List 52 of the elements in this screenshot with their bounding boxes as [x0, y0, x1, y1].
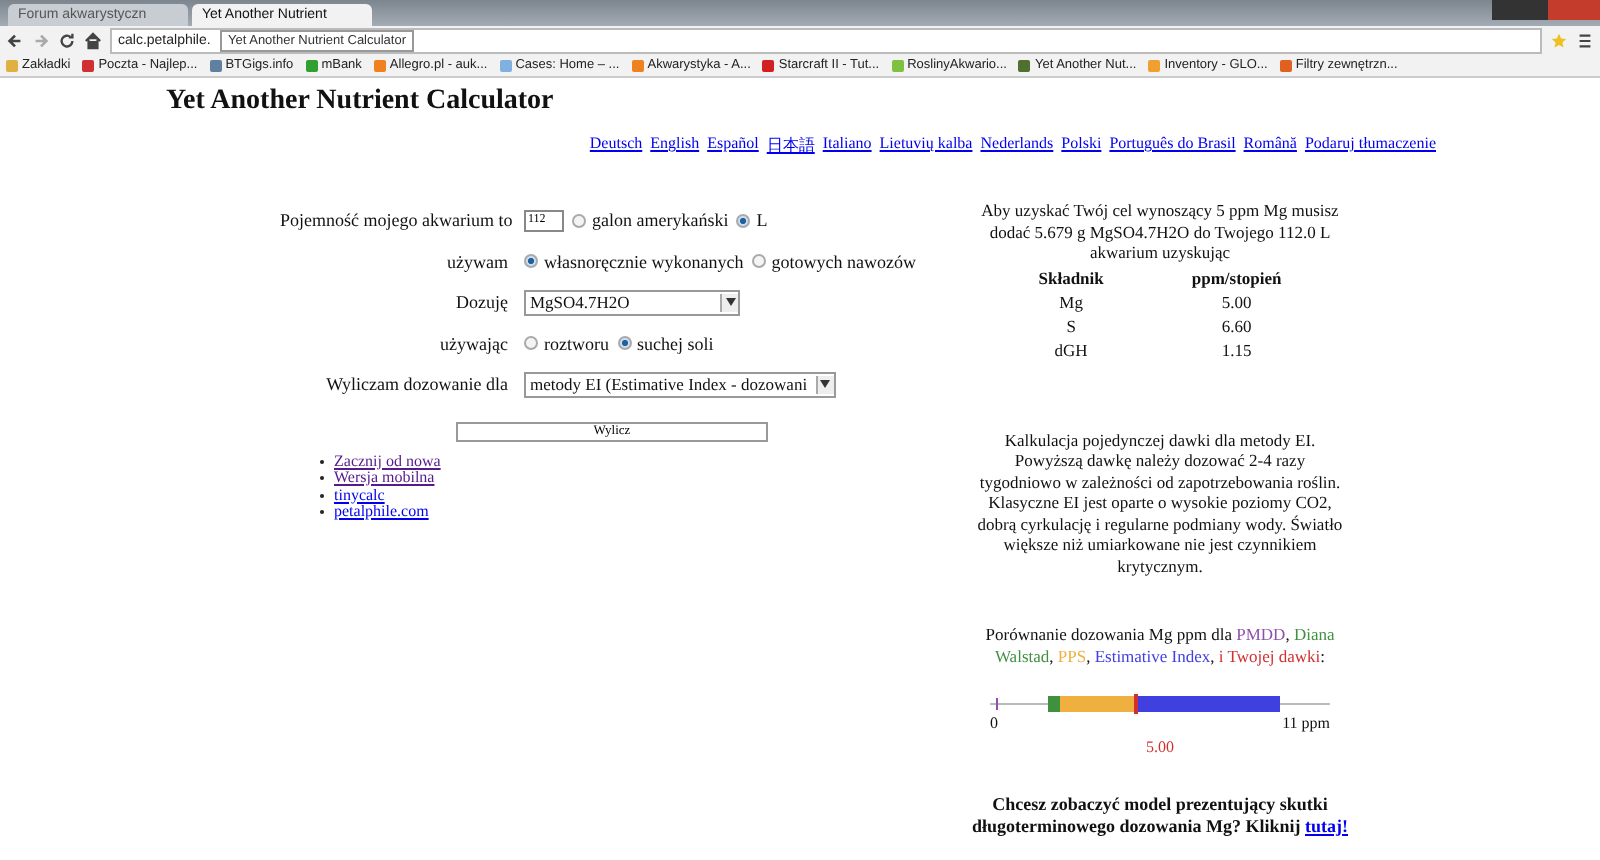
radio-option[interactable]: suchej soli: [617, 333, 714, 354]
dropdown[interactable]: metody EI (Estimative Index - dozowani: [524, 371, 836, 398]
back-icon[interactable]: [6, 31, 24, 49]
dose-value: 5.00: [1146, 738, 1174, 756]
language-link[interactable]: Nederlands: [980, 134, 1054, 156]
radio-option[interactable]: roztworu: [524, 333, 609, 354]
field-label: Pojemność mojego akwarium to: [280, 210, 508, 231]
axis-label: 11 ppm: [1282, 714, 1330, 732]
language-link[interactable]: Podaruj tłumaczenie: [1304, 134, 1436, 156]
here-link[interactable]: tutaj!: [1305, 816, 1348, 836]
language-link[interactable]: Polski: [1061, 134, 1102, 156]
caret-icon: [725, 298, 735, 307]
language-link[interactable]: English: [650, 134, 700, 156]
nav-link[interactable]: petalphile.com: [334, 504, 429, 521]
page-title: Yet Another Nutrient Calculator: [166, 86, 554, 118]
language-link[interactable]: Italiano: [822, 134, 872, 156]
home-icon[interactable]: [84, 31, 102, 49]
table-cell-text: Mg: [1057, 289, 1085, 313]
nav-link[interactable]: tinycalc: [334, 487, 385, 504]
table-cell-text: 6.60: [1219, 313, 1254, 337]
forward-icon[interactable]: [32, 31, 50, 49]
axis-label: 0: [990, 714, 998, 732]
star-icon[interactable]: [1550, 31, 1568, 49]
field-label: Wyliczam dozowanie dla: [324, 374, 508, 395]
dropdown[interactable]: MgSO4.7H2O: [524, 289, 740, 316]
table-cell-text: S: [1064, 313, 1078, 337]
field-label: używam: [445, 251, 508, 272]
language-link[interactable]: Português do Brasil: [1109, 134, 1236, 156]
reload-icon[interactable]: [58, 31, 76, 49]
column-header: Składnik: [1036, 265, 1106, 289]
column-header: ppm/stopień: [1189, 265, 1284, 289]
radio-option[interactable]: galon amerykański: [572, 210, 729, 231]
table-cell-text: dGH: [1052, 337, 1090, 361]
table-cell-text: 1.15: [1219, 337, 1254, 361]
menu-icon[interactable]: [1576, 31, 1594, 49]
nav-link[interactable]: Zacznij od nowa: [334, 453, 441, 470]
field-label: używając: [438, 333, 508, 354]
caret-icon: [820, 380, 831, 389]
model-prompt: Chcesz zobaczyć model prezentujący skutki długoterminowego dozowania Mg? Kliknij tutaj!: [969, 794, 1350, 838]
language-link[interactable]: Deutsch: [589, 134, 643, 156]
table-cell-text: 5.00: [1219, 289, 1254, 313]
language-link[interactable]: Español: [707, 134, 759, 156]
radio-option[interactable]: własnoręcznie wykonanych: [524, 251, 744, 272]
field-label: Dozuję: [454, 292, 508, 313]
nav-link[interactable]: Wersja mobilna: [334, 470, 435, 487]
language-link[interactable]: Lietuvių kalba: [879, 134, 973, 156]
radio-option[interactable]: L: [736, 210, 768, 231]
radio-option[interactable]: gotowych nawozów: [751, 251, 916, 272]
comparison-legend: Porównanie dozowania Mg ppm dla PMDD, Diana Walstad, PPS, Estimative Index, i Twojej dawki:: [974, 624, 1346, 666]
language-link[interactable]: 日本語: [766, 134, 815, 156]
dosing-note: Kalkulacja pojedynczej dawki dla metody EI. Powyższą dawkę należy dozować 2-4 razy tygodniowo w zależności od zapotrzebowania roślin. Klasyczne EI jest oparte o wysokie poziomy CO2, dobrą cyrkulację i regularne podmiany wody. Światło większe niż umiarkowane nie jest czynnikiem krytycznym.: [975, 429, 1345, 576]
language-link[interactable]: Română: [1243, 134, 1297, 156]
